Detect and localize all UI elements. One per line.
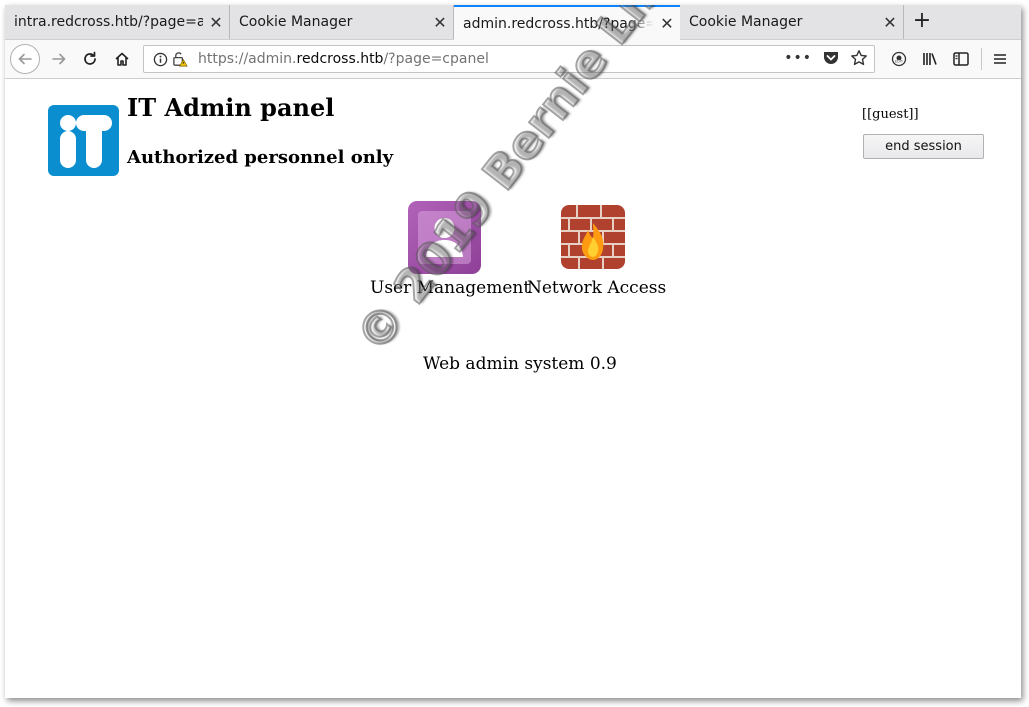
url-host: redcross.htb (296, 51, 384, 67)
pocket-icon[interactable] (822, 49, 840, 67)
extension-button[interactable]: EDIT (885, 45, 913, 73)
close-tab-icon[interactable]: ✕ (877, 13, 903, 32)
tab-label: Cookie Manager (239, 14, 353, 30)
it-logo (48, 105, 119, 176)
library-icon (923, 53, 937, 65)
user-management-button[interactable] (408, 201, 481, 274)
tab-label: admin.redcross.htb/?page=cpanel (463, 15, 654, 32)
tab-label: intra.redcross.htb/?page=app (14, 14, 203, 30)
forward-button[interactable] (45, 45, 73, 73)
browser-window: intra.redcross.htb/?page=app ✕ Cookie Ma… (5, 5, 1021, 698)
reload-icon (84, 51, 96, 65)
new-tab-icon[interactable]: + (909, 9, 935, 35)
bookmark-star-icon[interactable] (850, 49, 868, 67)
current-user: [[guest]] (862, 107, 919, 122)
page-title: IT Admin panel (127, 93, 335, 122)
close-tab-icon[interactable]: ✕ (203, 13, 229, 32)
end-session-button[interactable]: end session (863, 134, 984, 159)
firewall-icon (561, 205, 625, 269)
user-management-label[interactable]: User Management (370, 278, 530, 298)
back-button[interactable] (10, 44, 40, 74)
sidebar-icon (953, 52, 969, 66)
page-subtitle: Authorized personnel only (127, 147, 394, 168)
it-logo-glyph (60, 115, 112, 168)
footer-version: Web admin system 0.9 (423, 354, 617, 374)
info-icon (153, 52, 168, 67)
library-button[interactable] (916, 45, 944, 73)
menu-button[interactable] (986, 45, 1014, 73)
url-bar[interactable]: https://admin.redcross.htb/?page=cpanel … (143, 45, 875, 73)
tab-admin-active[interactable]: admin.redcross.htb/?page=cpanel ✕ (454, 5, 680, 40)
network-access-label[interactable]: Network Access (527, 278, 666, 298)
page-actions-icon[interactable]: ••• (784, 50, 812, 66)
page-content: IT Admin panel Authorized personnel only… (5, 5, 1021, 698)
hamburger-menu-icon (994, 54, 1006, 64)
arrow-right-icon (52, 53, 66, 65)
reload-button[interactable] (76, 45, 104, 73)
url-path: /?page=cpanel (383, 51, 489, 67)
tab-intra[interactable]: intra.redcross.htb/?page=app ✕ (5, 5, 230, 39)
close-tab-icon[interactable]: ✕ (654, 14, 680, 33)
toolbar-divider (981, 48, 982, 70)
tab-cookie-manager[interactable]: Cookie Manager ✕ (230, 5, 454, 39)
insecure-lock-icon (173, 52, 188, 67)
tab-strip: intra.redcross.htb/?page=app ✕ Cookie Ma… (5, 5, 1021, 40)
sidebar-button[interactable] (947, 45, 975, 73)
user-icon (418, 211, 471, 264)
tab-cookie-manager-2[interactable]: Cookie Manager ✕ (680, 5, 904, 39)
url-actions: ••• (784, 49, 868, 67)
arrow-left-icon (18, 53, 32, 65)
svg-text:EDIT: EDIT (895, 60, 904, 64)
cookie-extension-icon: EDIT (891, 51, 907, 67)
navigation-bar: https://admin.redcross.htb/?page=cpanel … (5, 40, 1021, 79)
home-icon (115, 52, 129, 66)
close-tab-icon[interactable]: ✕ (427, 13, 453, 32)
url-prefix: https://admin. (198, 51, 297, 67)
home-button[interactable] (108, 45, 136, 73)
url-text[interactable]: https://admin.redcross.htb/?page=cpanel (198, 51, 489, 67)
tab-label: Cookie Manager (689, 14, 803, 30)
network-access-button[interactable] (561, 205, 625, 269)
